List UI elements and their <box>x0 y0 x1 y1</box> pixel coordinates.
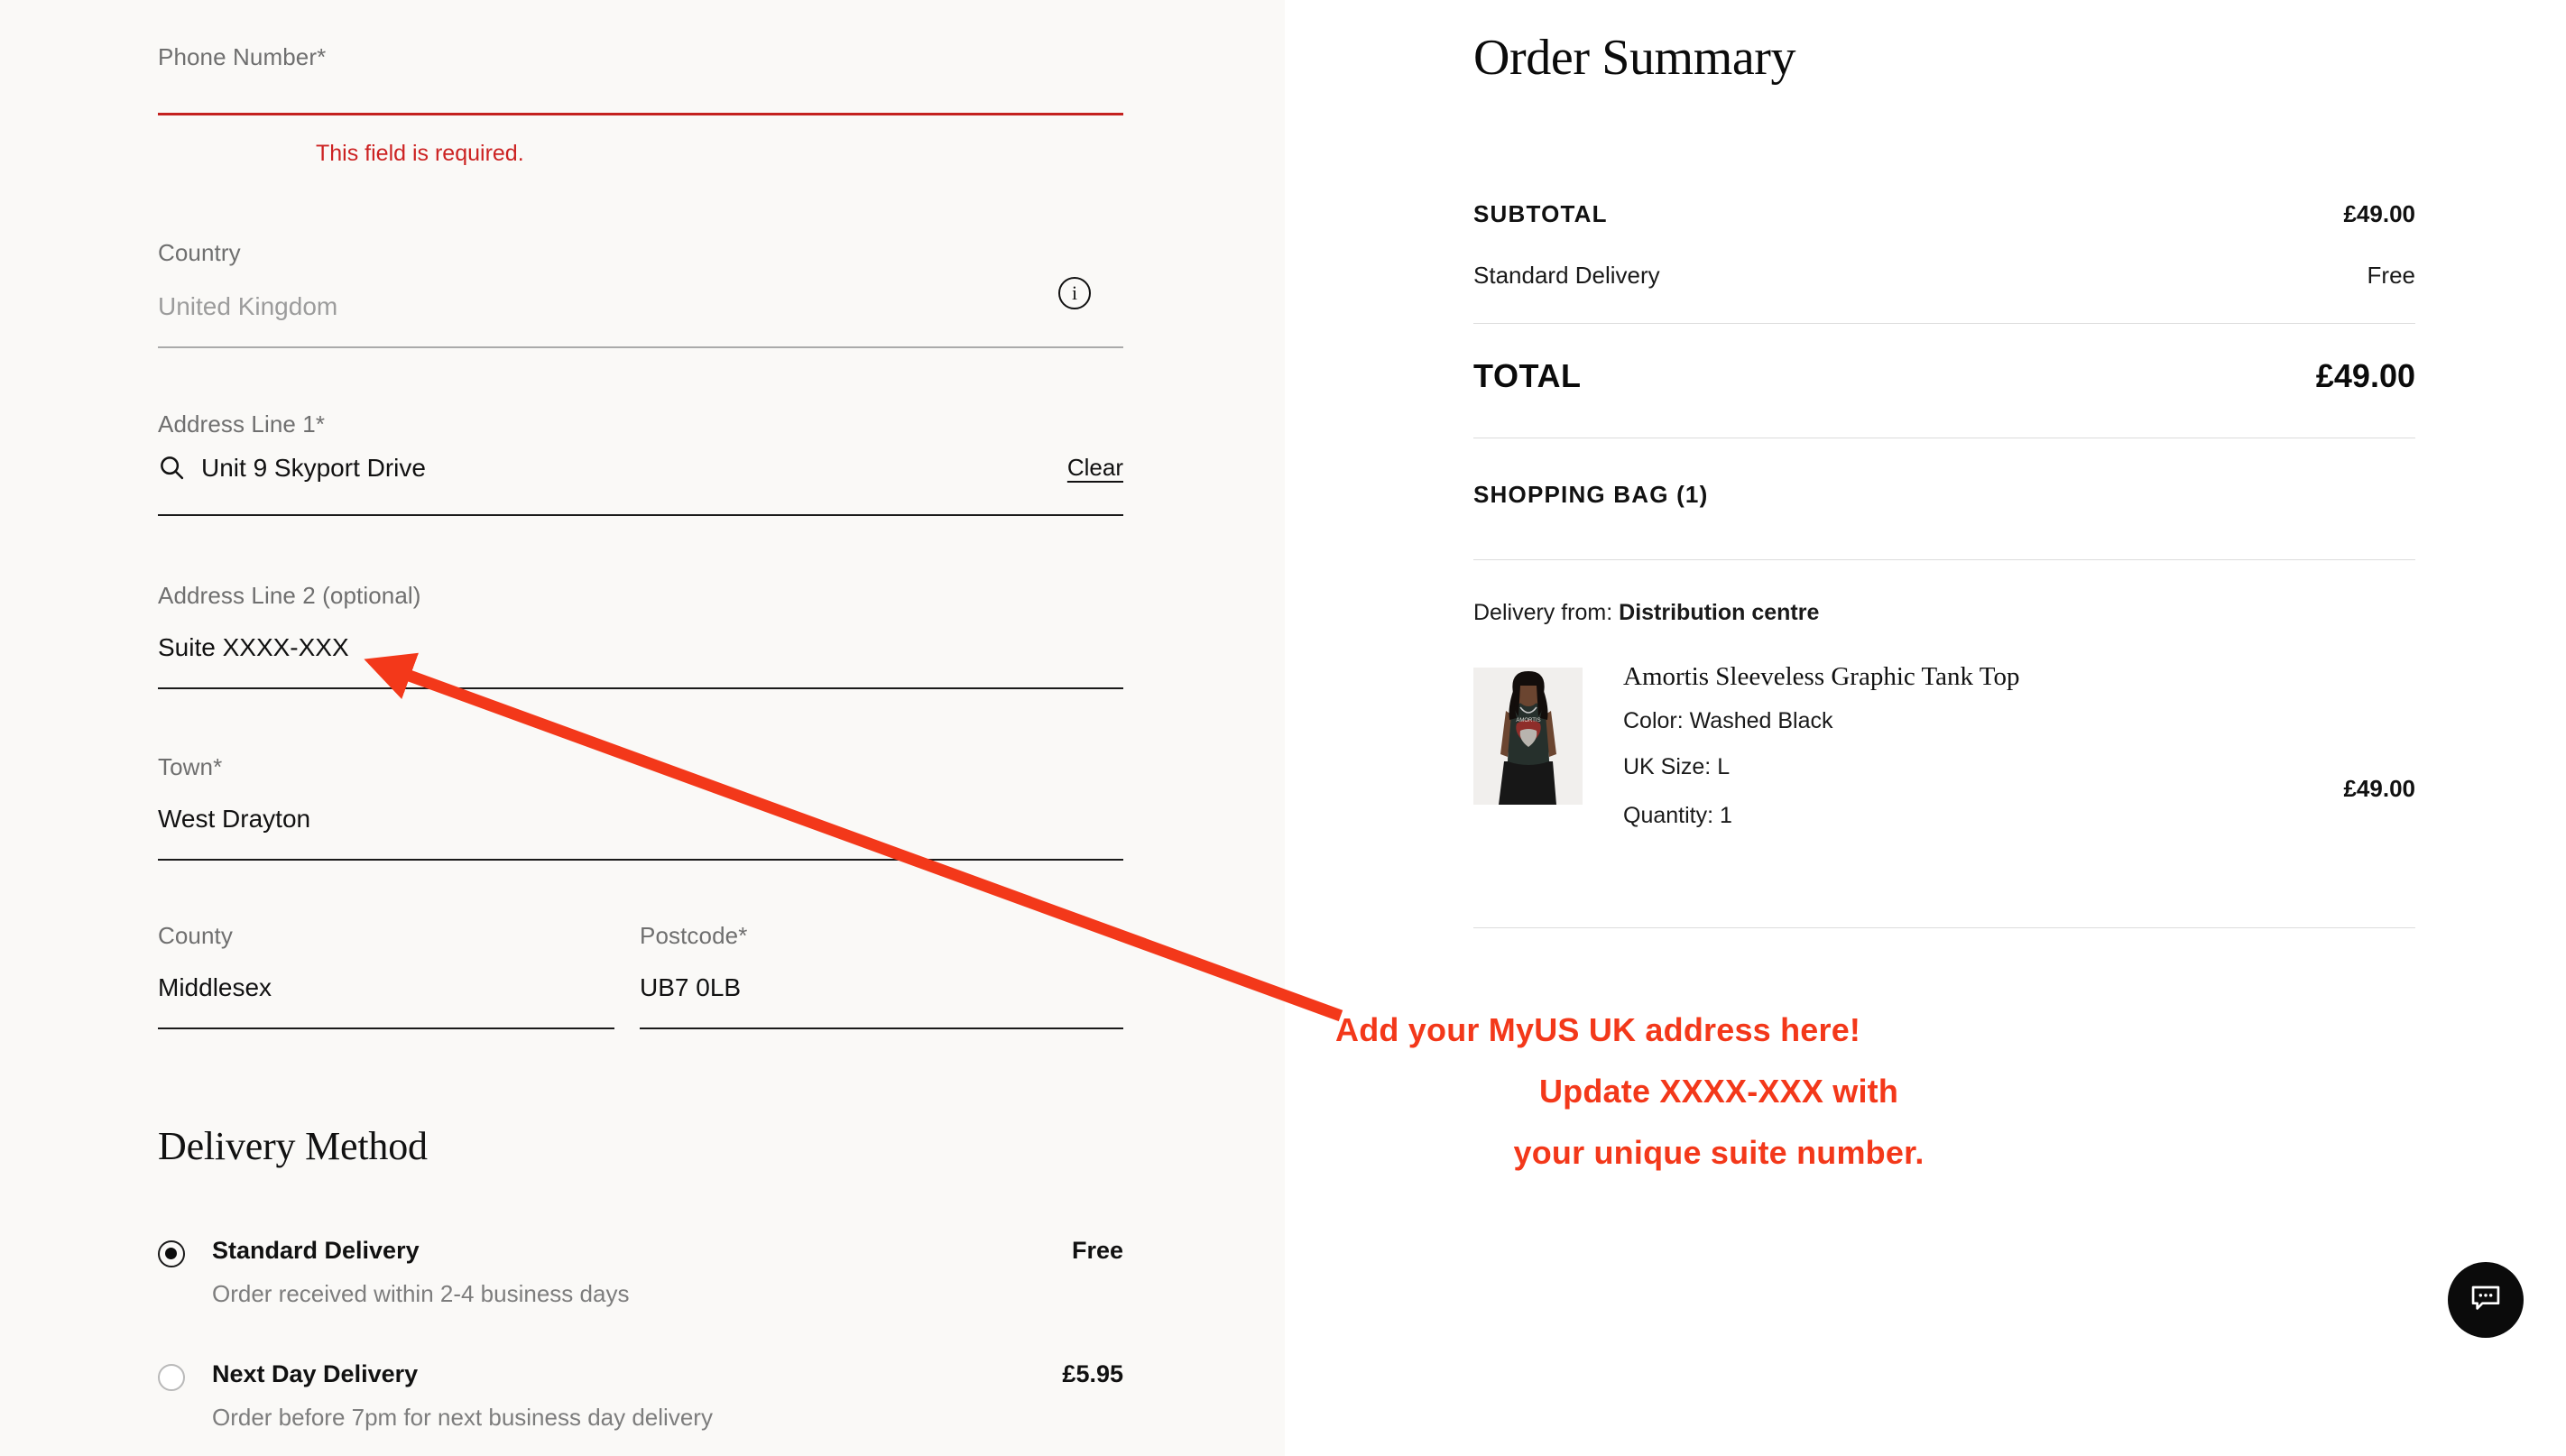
field-address-line-2[interactable]: Address Line 2 (optional) Suite XXXX-XXX <box>158 582 1123 689</box>
field-underline-address-line-1 <box>158 514 1123 516</box>
field-label-address-line-1: Address Line 1* <box>158 410 326 438</box>
svg-text:AMORTIS: AMORTIS <box>1516 718 1540 723</box>
chat-widget-button[interactable] <box>2448 1262 2524 1338</box>
info-icon[interactable]: i <box>1058 277 1091 309</box>
field-value-country[interactable]: United Kingdom <box>158 291 1123 322</box>
field-postcode[interactable]: Postcode* UB7 0LB <box>640 922 1123 1029</box>
shipping-value: Free <box>2367 262 2415 289</box>
annotation-text: Add your MyUS UK address here! Update XX… <box>1335 1000 2102 1184</box>
divider-below-bag <box>1473 559 2415 560</box>
field-label-phone-number: Phone Number* <box>158 43 327 70</box>
shipping-label: Standard Delivery <box>1473 262 1660 289</box>
divider-above-total <box>1473 323 2415 324</box>
divider-below-item <box>1473 927 2415 928</box>
clear-address-button[interactable]: Clear <box>1067 454 1123 482</box>
field-county[interactable]: County Middlesex <box>158 922 614 1029</box>
subtotal-label: SUBTOTAL <box>1473 200 1608 227</box>
delivery-option-price-standard: Free <box>1071 1237 1123 1264</box>
field-underline-phone-number <box>158 113 1123 115</box>
field-value-address-line-1[interactable]: Unit 9 Skyport Drive <box>201 453 426 484</box>
product-image: AMORTIS <box>1473 668 1583 805</box>
delivery-from: Delivery from: Distribution centre <box>1473 600 1819 626</box>
delivery-from-value: Distribution centre <box>1619 600 1820 625</box>
product-quantity: Quantity: 1 <box>1623 803 1732 828</box>
order-summary-title: Order Summary <box>1473 30 1796 86</box>
field-value-address-line-2[interactable]: Suite XXXX-XXX <box>158 632 1123 663</box>
delivery-option-description-next-day: Order before 7pm for next business day d… <box>212 1404 713 1431</box>
summary-row-shopping-bag: SHOPPING BAG (1) <box>1473 481 2415 509</box>
field-town[interactable]: Town* West Drayton <box>158 753 1123 861</box>
radio-next-day-delivery[interactable] <box>158 1364 185 1391</box>
product-price: £49.00 <box>2343 775 2415 802</box>
annotation-line-2: Update XXXX-XXX with <box>1538 1073 1899 1110</box>
field-value-postcode[interactable]: UB7 0LB <box>640 972 1123 1003</box>
delivery-from-prefix: Delivery from: <box>1473 600 1613 625</box>
field-underline-postcode <box>640 1027 1123 1029</box>
annotation-line-3: your unique suite number. <box>1513 1134 1924 1171</box>
radio-standard-delivery[interactable] <box>158 1240 185 1267</box>
field-address-line-1[interactable]: Address Line 1* Unit 9 Skyport Drive Cle… <box>158 410 1123 516</box>
delivery-option-price-next-day: £5.95 <box>1062 1360 1123 1387</box>
field-phone-number[interactable]: Phone Number* <box>158 43 1123 115</box>
summary-row-shipping: Standard Delivery Free <box>1473 262 2415 290</box>
summary-row-total: TOTAL £49.00 <box>1473 357 2415 395</box>
summary-row-subtotal: SUBTOTAL £49.00 <box>1473 200 2415 228</box>
checkout-page: Phone Number* This field is required. Co… <box>0 0 2566 1456</box>
radio-dot-selected <box>165 1248 177 1259</box>
product-color: Color: Washed Black <box>1623 708 1833 733</box>
chat-bubble-icon <box>2469 1281 2503 1320</box>
delivery-option-label-next-day: Next Day Delivery <box>212 1360 419 1387</box>
field-underline-county <box>158 1027 614 1029</box>
product-name[interactable]: Amortis Sleeveless Graphic Tank Top <box>1623 662 2019 692</box>
delivery-option-label-standard: Standard Delivery <box>212 1237 420 1264</box>
field-underline-address-line-2 <box>158 687 1123 689</box>
search-icon <box>158 454 185 481</box>
error-message-phone-number: This field is required. <box>316 141 524 166</box>
shopping-bag-label: SHOPPING BAG (1) <box>1473 481 1709 508</box>
delivery-option-description-standard: Order received within 2-4 business days <box>212 1280 630 1307</box>
annotation-line-1: Add your MyUS UK address here! <box>1335 1011 1861 1048</box>
total-value: £49.00 <box>2315 357 2415 394</box>
field-value-phone-number[interactable] <box>158 70 1123 90</box>
delivery-form-panel: Phone Number* This field is required. Co… <box>0 0 1285 1456</box>
field-value-town[interactable]: West Drayton <box>158 804 1123 834</box>
order-summary-panel: Order Summary SUBTOTAL £49.00 Standard D… <box>1285 0 2566 1456</box>
subtotal-value: £49.00 <box>2343 200 2415 227</box>
product-thumbnail[interactable]: AMORTIS <box>1473 668 1583 805</box>
product-size: UK Size: L <box>1623 754 1731 779</box>
product-details: Amortis Sleeveless Graphic Tank Top Colo… <box>1623 662 2019 829</box>
field-label-address-line-2: Address Line 2 (optional) <box>158 582 421 609</box>
total-label: TOTAL <box>1473 357 1582 394</box>
field-underline-country <box>158 346 1123 348</box>
field-label-town: Town* <box>158 753 223 780</box>
field-value-county[interactable]: Middlesex <box>158 972 614 1003</box>
field-country[interactable]: Country United Kingdom i <box>158 239 1123 348</box>
field-underline-town <box>158 859 1123 861</box>
field-label-county: County <box>158 922 233 949</box>
field-label-country: Country <box>158 239 241 266</box>
delivery-method-title: Delivery Method <box>158 1124 428 1168</box>
field-label-postcode: Postcode* <box>640 922 748 949</box>
